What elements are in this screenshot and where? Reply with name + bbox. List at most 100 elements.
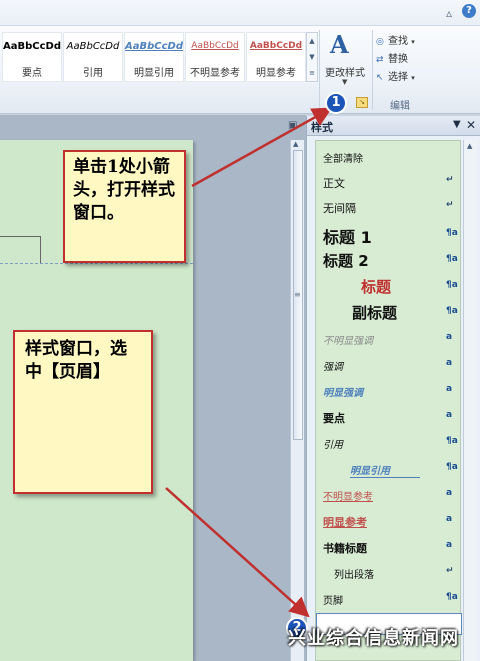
gallery-scroll-buttons[interactable]: ▲ ▼ ≡	[306, 32, 318, 82]
style-item-label: 明显强调	[323, 388, 363, 399]
style-label: 不明显参考	[190, 68, 240, 79]
style-item-label: 不明显强调	[323, 336, 373, 347]
document-scrollbar[interactable]: ▲ ≡	[290, 140, 304, 661]
character-style-icon: a	[446, 384, 453, 394]
header-boundary	[0, 263, 193, 264]
page-margin-line	[40, 236, 41, 264]
style-item-label: 明显参考	[323, 516, 367, 529]
linked-style-icon: ¶a	[446, 228, 458, 238]
scroll-up-icon[interactable]: ▲	[293, 140, 298, 148]
style-label: 引用	[83, 68, 103, 79]
character-style-icon: a	[446, 332, 453, 342]
group-divider	[319, 30, 320, 110]
scroll-grip-icon: ≡	[294, 290, 301, 299]
style-item-label: 要点	[323, 412, 345, 425]
styles-pane-title: 样式	[311, 121, 333, 134]
style-item-label: 副标题	[352, 304, 398, 322]
styles-list-scrollbar[interactable]: ▲	[463, 140, 477, 661]
instruction-callout-2: 样式窗口，选中【页眉】	[13, 330, 153, 494]
style-item-label: 正文	[323, 177, 345, 190]
style-item-subtle-emphasis[interactable]: 不明显强调 a	[316, 327, 462, 351]
style-item-label: 全部清除	[323, 154, 363, 165]
quick-style-intense-quote[interactable]: AaBbCcDd 明显引用	[124, 32, 184, 82]
style-item-intense-reference[interactable]: 明显参考 a	[316, 509, 462, 533]
ribbon: ▵ ? AaBbCcDd 要点 AaBbCcDd 引用 AaBbCcDd 明显引…	[0, 0, 480, 114]
styles-pane: 样式 ▼ ✕ 全部清除 正文 ↵ 无间隔 ↵ 标题 1 ¶a 标题 2 ¶a 标…	[306, 116, 480, 661]
chevron-down-icon: ▼	[342, 78, 348, 86]
find-button[interactable]: ◎ 查找 ▾	[376, 32, 415, 47]
paragraph-mark-icon: ↵	[446, 175, 454, 185]
style-item-subtitle[interactable]: 副标题 ¶a	[316, 299, 462, 327]
character-style-icon: a	[446, 540, 453, 550]
style-sample: AaBbCcDd	[249, 41, 303, 51]
character-style-icon: a	[446, 514, 453, 524]
style-item-label: 页脚	[323, 596, 343, 607]
style-item-label: 标题 1	[323, 228, 372, 247]
style-item-strong[interactable]: 要点 a	[316, 405, 462, 429]
step-1-badge: 1	[325, 92, 347, 114]
style-item-heading-1[interactable]: 标题 1 ¶a	[316, 221, 462, 249]
change-styles-button[interactable]: A 更改样式 ▼	[322, 30, 368, 90]
quick-style-emphasis[interactable]: AaBbCcDd 要点	[2, 32, 62, 82]
style-item-label: 引用	[323, 440, 343, 451]
styles-list: 全部清除 正文 ↵ 无间隔 ↵ 标题 1 ¶a 标题 2 ¶a 标题 ¶a 副标…	[315, 140, 462, 661]
style-item-label: 强调	[323, 362, 343, 373]
style-sample: AaBbCcDd	[66, 41, 120, 52]
style-item-label: 不明显参考	[323, 492, 373, 503]
select-button[interactable]: ↖ 选择 ▾	[376, 68, 415, 83]
styles-dialog-launcher[interactable]: ↘	[356, 97, 368, 108]
style-item-heading-2[interactable]: 标题 2 ¶a	[316, 247, 462, 275]
linked-style-icon: ¶a	[446, 306, 458, 316]
styles-pane-header: 样式 ▼ ✕	[307, 116, 480, 136]
linked-style-icon: ¶a	[446, 280, 458, 290]
style-item-footer[interactable]: 页脚 ¶a	[316, 587, 462, 611]
character-style-icon: a	[446, 488, 453, 498]
style-sample: AaBbCcDd	[191, 41, 239, 51]
style-item-intense-quote[interactable]: 明显引用 ¶a	[316, 457, 462, 481]
style-item-label: 列出段落	[334, 570, 374, 581]
quick-style-quote[interactable]: AaBbCcDd 引用	[63, 32, 123, 82]
style-item-clear-all[interactable]: 全部清除	[316, 145, 462, 169]
change-styles-icon: A	[330, 30, 349, 59]
editing-group-label: 编辑	[390, 101, 410, 112]
character-style-icon: a	[446, 358, 453, 368]
linked-style-icon: ¶a	[446, 592, 458, 602]
quick-style-subtle-reference[interactable]: AaBbCcDd 不明显参考	[185, 32, 245, 82]
scroll-up-icon[interactable]: ▲	[467, 142, 472, 150]
style-item-book-title[interactable]: 书籍标题 a	[316, 535, 462, 559]
style-item-intense-emphasis[interactable]: 明显强调 a	[316, 379, 462, 403]
watermark-text: 兴业综合信息新闻网	[288, 628, 459, 649]
replace-button[interactable]: ⇄ 替换	[376, 50, 408, 65]
editing-group: ◎ 查找 ▾ ⇄ 替换 ↖ 选择 ▾	[376, 30, 442, 90]
replace-icon: ⇄	[376, 55, 384, 65]
pane-menu-icon[interactable]: ▼	[453, 119, 461, 130]
style-item-label: 书籍标题	[323, 542, 367, 555]
linked-style-icon: ¶a	[446, 436, 458, 446]
style-sample: AaBbCcDd	[3, 41, 61, 52]
style-sample: AaBbCcDd	[125, 41, 183, 52]
style-item-normal[interactable]: 正文 ↵	[316, 170, 462, 194]
binoculars-icon: ◎	[376, 37, 384, 47]
quick-style-intense-reference[interactable]: AaBbCcDd 明显参考	[246, 32, 306, 82]
style-item-quote[interactable]: 引用 ¶a	[316, 431, 462, 455]
cursor-icon: ↖	[376, 73, 384, 83]
style-item-label: 无间隔	[323, 202, 356, 215]
style-item-title[interactable]: 标题 ¶a	[316, 273, 462, 301]
style-label: 明显参考	[256, 68, 296, 79]
style-item-emphasis[interactable]: 强调 a	[316, 353, 462, 377]
linked-style-icon: ¶a	[446, 254, 458, 264]
style-item-label: 标题	[361, 278, 392, 296]
replace-label: 替换	[388, 54, 408, 65]
close-icon[interactable]: ✕	[466, 118, 476, 132]
style-item-list-paragraph[interactable]: 列出段落 ↵	[316, 561, 462, 585]
group-divider	[372, 30, 373, 110]
style-item-no-spacing[interactable]: 无间隔 ↵	[316, 195, 462, 219]
style-label: 要点	[22, 68, 42, 79]
help-icon[interactable]: ?	[462, 4, 476, 18]
paragraph-mark-icon: ↵	[446, 566, 454, 576]
minimize-ribbon-icon[interactable]: ▵	[446, 6, 452, 20]
style-item-label: 标题 2	[323, 252, 369, 270]
page-view-icon[interactable]: ▣	[288, 120, 297, 131]
style-item-label: 明显引用	[350, 462, 420, 478]
style-item-subtle-reference[interactable]: 不明显参考 a	[316, 483, 462, 507]
